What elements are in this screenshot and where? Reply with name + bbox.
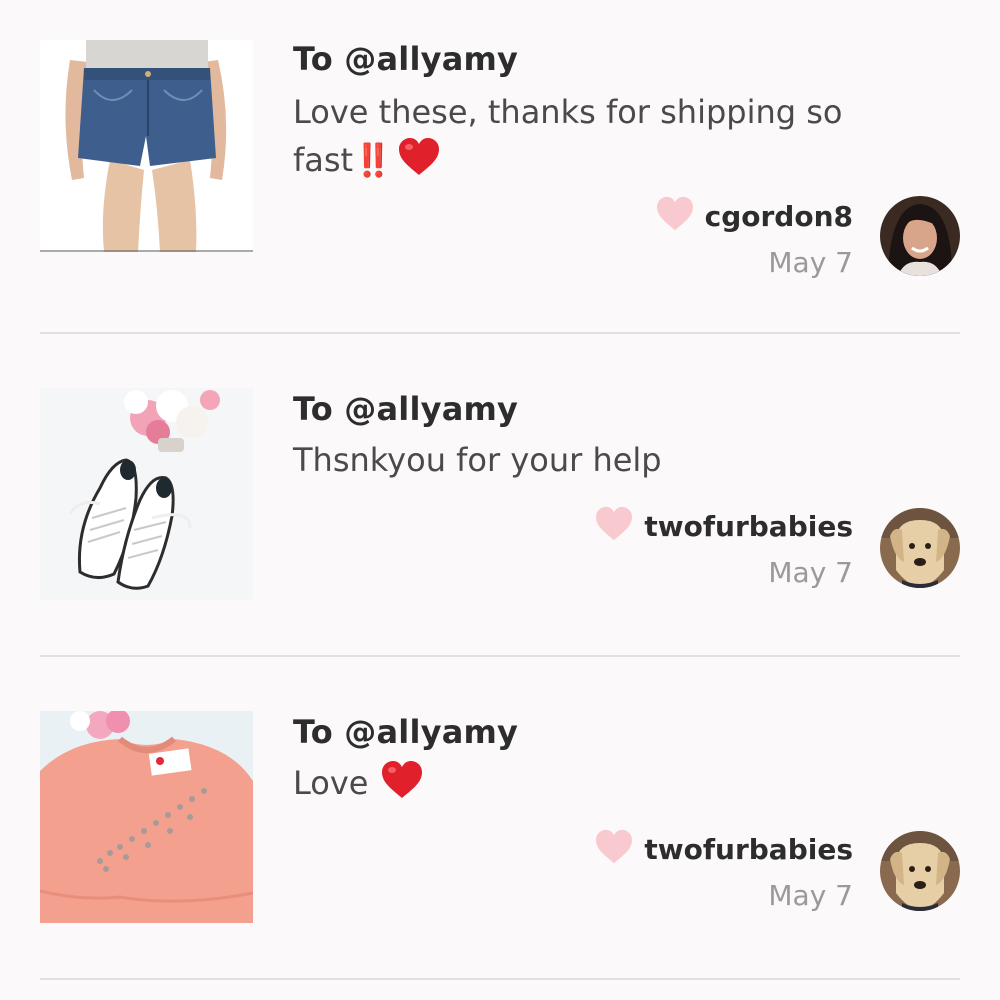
white-sneakers-image [40, 388, 253, 600]
feed-item: To @allyamy Love these, thanks for shipp… [0, 0, 1000, 334]
listing-thumbnail[interactable] [40, 388, 253, 600]
like-heart-icon[interactable] [594, 829, 634, 869]
double-exclamation-icon: ‼️ [353, 141, 393, 179]
peach-sweater-image [40, 711, 253, 923]
note-date: May 7 [768, 246, 853, 279]
recipient-line[interactable]: To @allyamy [293, 390, 518, 428]
love-note-message: Love these, thanks for shipping so fast‼… [293, 88, 873, 190]
sender-username[interactable]: cgordon8 [705, 200, 853, 233]
like-heart-icon[interactable] [594, 506, 634, 546]
feed-item: To @allyamy Love twofurbabies May 7 [0, 657, 1000, 980]
dog-avatar-icon[interactable] [880, 508, 960, 588]
woman-avatar-icon[interactable] [880, 196, 960, 276]
recipient-line[interactable]: To @allyamy [293, 713, 518, 751]
sender-username[interactable]: twofurbabies [644, 833, 853, 866]
note-meta: cgordon8 May 7 [655, 196, 853, 279]
note-date: May 7 [768, 879, 853, 912]
note-meta: twofurbabies May 7 [594, 829, 853, 912]
feed-item: To @allyamy Thsnkyou for your help twofu… [0, 334, 1000, 657]
like-heart-icon[interactable] [655, 196, 695, 236]
love-note-message: Love [293, 759, 873, 813]
red-heart-icon [397, 137, 441, 190]
sender-username[interactable]: twofurbabies [644, 510, 853, 543]
listing-thumbnail[interactable] [40, 711, 253, 923]
message-text: Thsnkyou for your help [293, 441, 662, 479]
message-text: Love [293, 764, 369, 802]
red-heart-icon [380, 760, 424, 813]
love-note-message: Thsnkyou for your help [293, 436, 873, 484]
dog-avatar-icon[interactable] [880, 831, 960, 911]
love-notes-feed: To @allyamy Love these, thanks for shipp… [0, 0, 1000, 1000]
note-meta: twofurbabies May 7 [594, 506, 853, 589]
listing-thumbnail[interactable] [40, 40, 253, 252]
recipient-line[interactable]: To @allyamy [293, 40, 518, 78]
note-date: May 7 [768, 556, 853, 589]
denim-shorts-image [40, 40, 253, 252]
divider [40, 978, 960, 980]
